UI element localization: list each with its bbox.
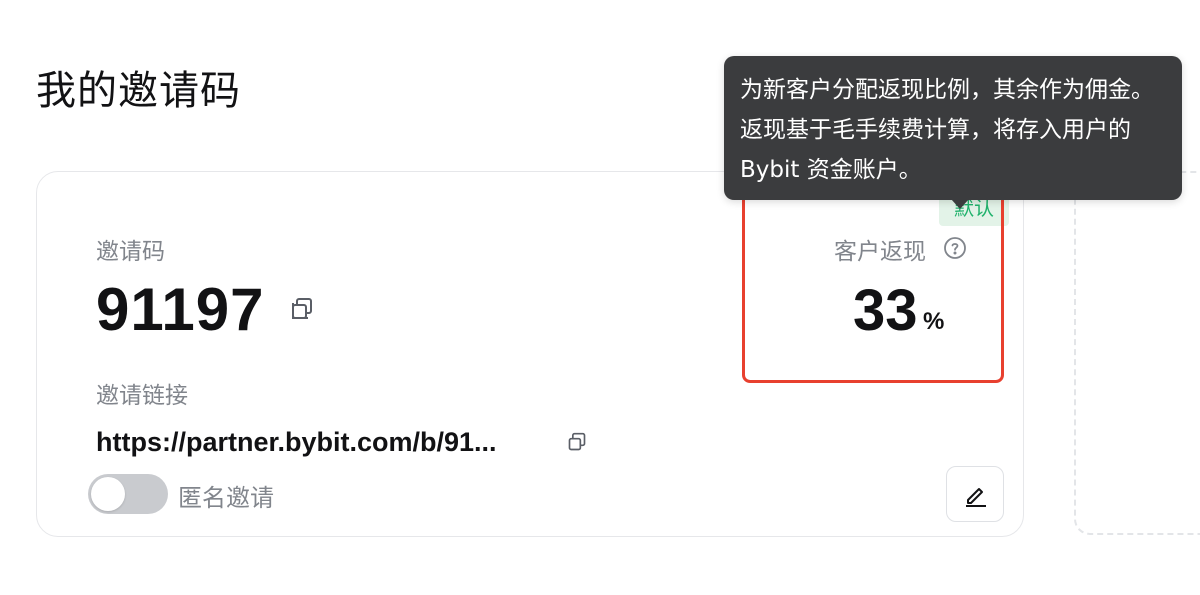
invite-link-label: 邀请链接	[96, 383, 188, 409]
invite-code-value: 91197	[96, 276, 265, 343]
edit-button[interactable]	[946, 466, 1004, 522]
anonymous-invite-toggle[interactable]	[88, 474, 168, 514]
pencil-icon	[966, 488, 986, 507]
highlight-annotation-box	[742, 184, 1004, 383]
toggle-knob	[91, 477, 125, 511]
invite-code-label: 邀请码	[96, 239, 165, 265]
copy-icon[interactable]	[567, 432, 587, 456]
rebate-tooltip: 为新客户分配返现比例，其余作为佣金。返现基于毛手续费计算，将存入用户的 Bybi…	[724, 56, 1182, 200]
copy-icon[interactable]	[290, 297, 314, 325]
tooltip-arrow	[951, 199, 969, 209]
anonymous-invite-label: 匿名邀请	[178, 484, 274, 512]
invite-link-value: https://partner.bybit.com/b/91...	[96, 427, 497, 457]
add-invite-code-card[interactable]	[1074, 171, 1200, 535]
page-title: 我的邀请码	[36, 68, 241, 114]
